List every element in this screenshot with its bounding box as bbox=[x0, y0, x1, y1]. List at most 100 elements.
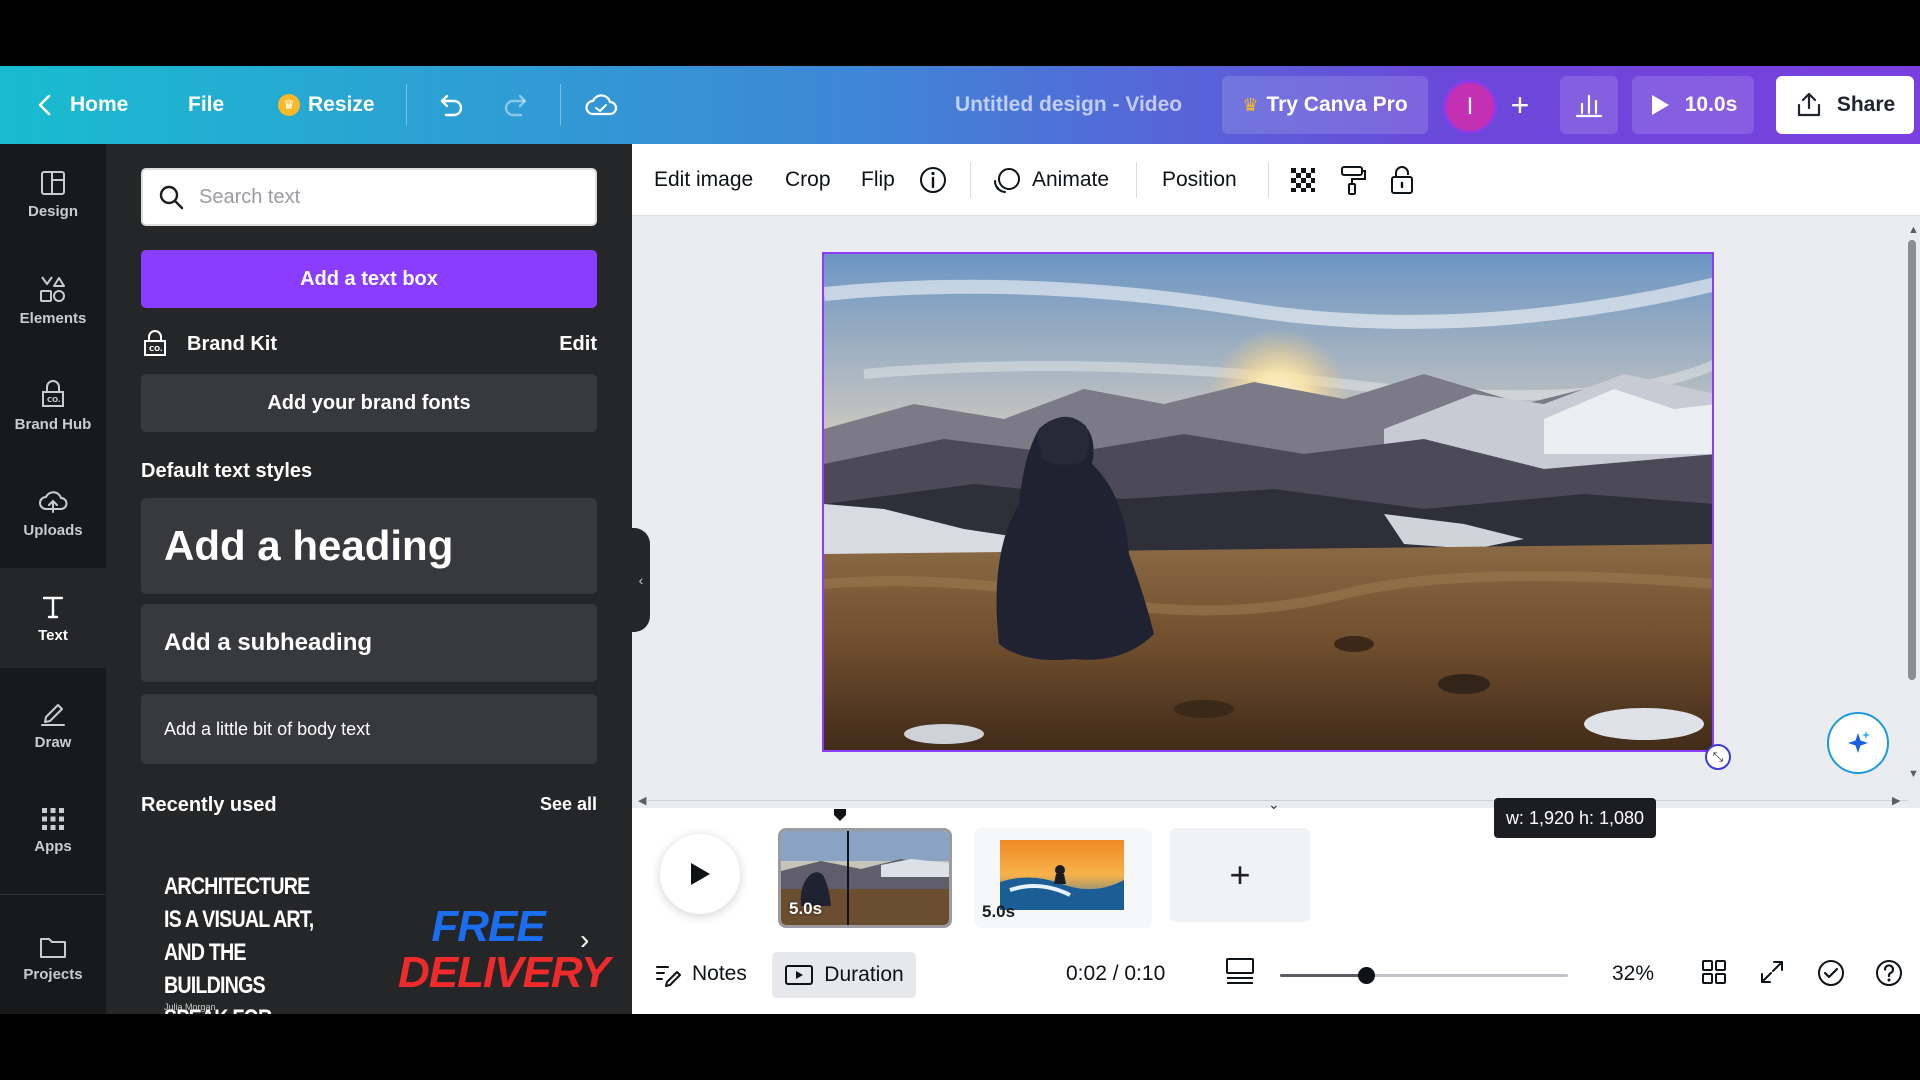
fullscreen-icon[interactable] bbox=[1758, 958, 1786, 986]
see-all-link[interactable]: See all bbox=[540, 794, 597, 815]
duration-button[interactable]: Duration bbox=[772, 952, 916, 998]
position-button[interactable]: Position bbox=[1162, 144, 1237, 216]
delivery-text: DELIVERY bbox=[398, 948, 610, 997]
free-text: FREE bbox=[431, 902, 545, 951]
insights-chart-icon[interactable] bbox=[1560, 76, 1618, 134]
rail-label: Design bbox=[27, 202, 78, 220]
rail-item-uploads[interactable]: Uploads bbox=[0, 462, 106, 562]
cloud-save-icon[interactable] bbox=[582, 86, 620, 124]
invite-plus-icon[interactable]: + bbox=[1502, 86, 1538, 124]
page-view-icon[interactable] bbox=[1224, 956, 1256, 986]
letterbox-bottom bbox=[0, 1014, 1920, 1080]
svg-text:CO.: CO. bbox=[47, 396, 61, 404]
size-tooltip: w: 1,920 h: 1,080 bbox=[1494, 798, 1656, 838]
zoom-slider-thumb[interactable] bbox=[1358, 967, 1376, 984]
collapse-panel-chevron-icon[interactable]: ‹ bbox=[632, 528, 650, 632]
info-icon[interactable] bbox=[918, 144, 948, 216]
rail-item-projects[interactable]: Projects bbox=[0, 908, 106, 1008]
vertical-scrollbar[interactable] bbox=[1908, 240, 1916, 680]
brand-kit-row: CO. Brand Kit Edit bbox=[141, 324, 597, 364]
brand-hub-icon: CO. bbox=[42, 379, 64, 407]
grid-view-icon[interactable] bbox=[1700, 958, 1728, 986]
rail-item-draw[interactable]: Draw bbox=[0, 674, 106, 774]
add-page-button[interactable]: + bbox=[1170, 828, 1310, 922]
avatar[interactable]: I bbox=[1443, 80, 1497, 134]
divider bbox=[560, 84, 561, 126]
resize-button[interactable]: ♛ Resize bbox=[278, 66, 375, 144]
edit-image-button[interactable]: Edit image bbox=[654, 144, 753, 216]
redo-icon[interactable] bbox=[498, 86, 536, 124]
file-menu-button[interactable]: File bbox=[188, 66, 224, 144]
add-body-text-button[interactable]: Add a little bit of body text bbox=[141, 694, 597, 764]
rail-item-apps[interactable]: Apps bbox=[0, 780, 106, 880]
rail-item-design[interactable]: Design bbox=[0, 144, 106, 244]
architecture-quote-author: Julia Morgan bbox=[164, 1002, 216, 1012]
crown-icon: ♛ bbox=[278, 94, 300, 116]
text-t-icon bbox=[42, 596, 64, 618]
try-pro-button[interactable]: ♛ Try Canva Pro bbox=[1222, 76, 1428, 134]
chevron-down-icon[interactable]: ⌄ bbox=[1268, 796, 1280, 813]
brand-kit-edit-link[interactable]: Edit bbox=[559, 333, 597, 356]
design-title[interactable]: Untitled design - Video bbox=[955, 66, 1182, 144]
sparkle-icon bbox=[1848, 731, 1870, 753]
present-play-button[interactable]: 10.0s bbox=[1632, 76, 1754, 134]
timeline-clip-1[interactable]: 5.0s bbox=[778, 828, 952, 928]
playhead-marker-icon[interactable] bbox=[833, 808, 847, 822]
zoom-slider-fill bbox=[1280, 974, 1367, 977]
home-button[interactable]: Home bbox=[70, 66, 128, 144]
check-circle-icon[interactable] bbox=[1816, 958, 1846, 988]
apps-grid-icon bbox=[42, 807, 64, 830]
scroll-right-icon[interactable]: ▶ bbox=[1892, 794, 1900, 807]
back-chevron-icon[interactable] bbox=[30, 90, 60, 120]
brand-kit-label: Brand Kit bbox=[187, 332, 277, 355]
add-text-box-button[interactable]: Add a text box bbox=[141, 250, 597, 308]
play-duration: 10.0s bbox=[1684, 93, 1738, 116]
rail-item-text[interactable]: Text bbox=[0, 568, 106, 668]
share-button[interactable]: Share bbox=[1776, 76, 1914, 134]
duration-label: Duration bbox=[824, 963, 904, 986]
scroll-up-icon[interactable]: ▲ bbox=[1908, 224, 1919, 236]
search-input[interactable] bbox=[199, 185, 579, 209]
rail-label: Text bbox=[38, 626, 68, 644]
bottom-bar: Notes Duration 0:02 / 0:10 32% bbox=[632, 936, 1920, 1014]
default-styles-heading: Default text styles bbox=[141, 460, 313, 482]
animate-icon bbox=[993, 168, 1020, 193]
animate-button[interactable]: Animate bbox=[992, 144, 1109, 216]
upload-cloud-icon bbox=[39, 490, 68, 513]
playhead-line bbox=[847, 831, 849, 925]
left-rail: Design Elements CO. Brand Hub Uploads Te… bbox=[0, 144, 106, 1014]
divider bbox=[1268, 162, 1269, 198]
timeline-play-button[interactable] bbox=[660, 834, 740, 914]
chevron-right-icon[interactable]: › bbox=[580, 924, 589, 956]
paint-roller-icon[interactable] bbox=[1338, 144, 1368, 216]
resize-label: Resize bbox=[308, 93, 375, 116]
crop-button[interactable]: Crop bbox=[785, 144, 831, 216]
search-icon bbox=[159, 185, 184, 210]
context-toolbar: Edit image Crop Flip Animate Position bbox=[632, 144, 1920, 216]
zoom-percent[interactable]: 32% bbox=[1612, 962, 1654, 986]
flip-button[interactable]: Flip bbox=[861, 144, 895, 216]
resize-corner-handle[interactable]: ⤡ bbox=[1705, 744, 1731, 770]
zoom-slider[interactable] bbox=[1280, 967, 1568, 984]
letterbox-top bbox=[0, 0, 1920, 66]
magic-sparkle-button[interactable] bbox=[1827, 712, 1889, 774]
timeline: ⌄ 5.0s 5.0s + Notes Duration 0:02 / 0:10… bbox=[632, 796, 1920, 1014]
add-heading-button[interactable]: Add a heading bbox=[141, 498, 597, 594]
help-icon[interactable] bbox=[1874, 958, 1904, 988]
notes-button[interactable]: Notes bbox=[654, 960, 747, 988]
brand-kit-icon: CO. bbox=[144, 330, 166, 356]
scroll-down-icon[interactable]: ▼ bbox=[1908, 768, 1919, 780]
add-brand-fonts-button[interactable]: Add your brand fonts bbox=[141, 374, 597, 432]
rail-item-brand-hub[interactable]: CO. Brand Hub bbox=[0, 356, 106, 456]
rail-item-elements[interactable]: Elements bbox=[0, 250, 106, 350]
try-pro-label: Try Canva Pro bbox=[1266, 93, 1408, 116]
timeline-clip-2[interactable]: 5.0s bbox=[974, 828, 1152, 928]
divider bbox=[0, 894, 106, 895]
transparency-icon[interactable] bbox=[1288, 144, 1318, 216]
search-box[interactable] bbox=[141, 168, 597, 226]
add-subheading-button[interactable]: Add a subheading bbox=[141, 604, 597, 682]
undo-icon[interactable] bbox=[431, 86, 469, 124]
duration-play-icon bbox=[785, 965, 814, 985]
canvas-video-frame[interactable] bbox=[822, 252, 1714, 752]
lock-icon[interactable] bbox=[1388, 144, 1416, 216]
